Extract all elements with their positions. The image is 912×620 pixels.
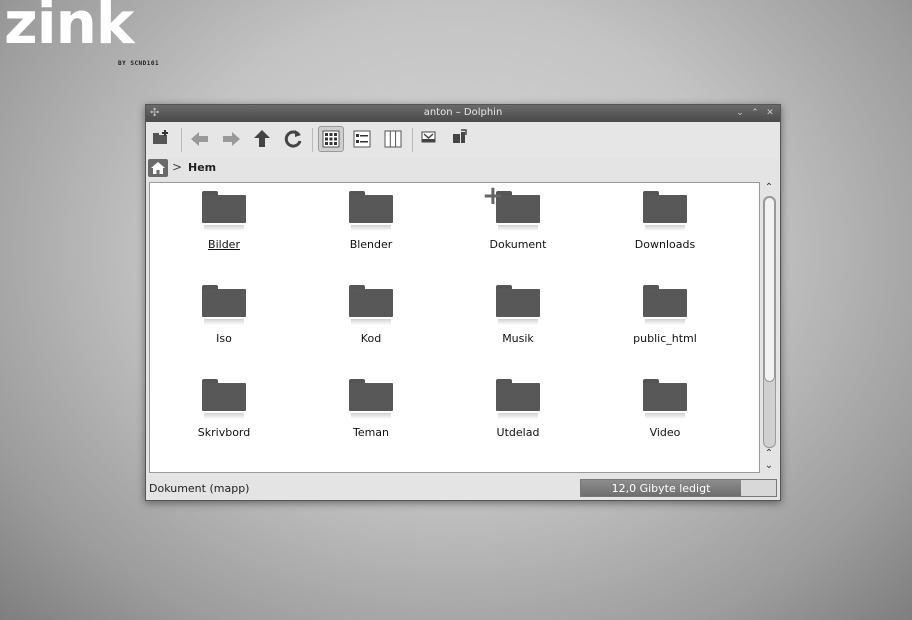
toolbar-separator [181,128,182,152]
file-name: Bilder [208,238,240,251]
file-item[interactable]: Dokument [458,183,578,263]
scroll-down-icon[interactable]: ⌄ [761,460,777,472]
new-folder-button[interactable] [148,126,174,152]
title-bar[interactable]: ✣ anton – Dolphin ⌄ ⌃ ✕ [146,105,780,122]
back-button[interactable] [187,126,213,152]
preview-button[interactable] [416,126,442,152]
window-title: anton – Dolphin [423,107,503,118]
preview-icon [421,131,436,143]
file-item[interactable]: Teman [311,371,431,451]
file-name: Blender [349,238,393,251]
home-icon [151,162,165,174]
folder-icon [202,379,246,419]
free-space-bar[interactable]: 12,0 Gibyte ledigt [580,479,777,497]
chevron-right-icon: > [172,160,183,174]
folder-icon [202,191,246,231]
file-name: Iso [216,332,232,345]
file-item[interactable]: Musik [458,277,578,357]
file-item[interactable]: Bilder [164,183,284,263]
file-item[interactable]: Blender [311,183,431,263]
columns-view-icon [384,130,402,148]
file-name: Skrivbord [197,426,251,439]
file-name: Kod [360,332,382,345]
arrow-right-icon [223,132,240,146]
file-name: Dokument [489,238,547,251]
scroll-track[interactable] [763,196,776,448]
breadcrumb-home[interactable]: Hem [188,161,216,174]
details-view-icon [353,130,371,148]
file-item[interactable]: Iso [164,277,284,357]
file-item[interactable]: Skrivbord [164,371,284,451]
folder-icon [643,379,687,419]
details-view-button[interactable] [349,126,375,152]
icons-view-button[interactable] [318,126,344,152]
breadcrumb: > Hem [146,158,780,180]
zink-logo: zink [4,0,135,57]
cursor-icon: + [482,182,504,211]
scroll-up-icon[interactable]: ⌃ [761,448,777,460]
dolphin-window: ✣ anton – Dolphin ⌄ ⌃ ✕ > Hem Video Utde… [145,104,781,501]
split-button[interactable] [446,126,472,152]
status-text: Dokument (mapp) [149,482,250,495]
toolbar-separator [312,128,313,152]
free-space-label: 12,0 Gibyte ledigt [611,482,711,495]
arrow-up-icon [254,130,270,147]
icons-view-icon [322,130,340,148]
file-name: public_html [633,332,697,345]
toolbar-separator [412,128,413,152]
file-item[interactable]: Video [605,371,725,451]
file-name: Downloads [634,238,696,251]
up-button[interactable] [249,126,275,152]
minimize-icon[interactable]: ⌄ [734,107,746,119]
file-name: Video [649,426,681,439]
file-item[interactable]: public_html [605,277,725,357]
reload-icon [284,130,302,148]
file-view[interactable]: Video Utdelad Teman Skrivbord public_html Mus… [149,182,760,473]
file-name: Musik [502,332,534,345]
file-item[interactable]: Kod [311,277,431,357]
file-name: Utdelad [496,426,540,439]
logo-byline: BY SCND101 [118,60,160,67]
folder-icon [349,191,393,231]
file-name: Teman [352,426,390,439]
home-button[interactable] [148,159,168,177]
vertical-scrollbar[interactable]: ⌃ ⌃ ⌄ [761,182,777,473]
folder-icon [496,285,540,325]
new-folder-icon [153,130,168,144]
arrow-left-icon [191,132,208,146]
scroll-thumb[interactable] [764,197,775,382]
forward-button[interactable] [218,126,244,152]
folder-icon [349,285,393,325]
scroll-up-icon[interactable]: ⌃ [761,182,777,194]
folder-icon [643,191,687,231]
split-icon [453,129,467,143]
folder-icon [202,285,246,325]
maximize-icon[interactable]: ⌃ [749,107,761,119]
folder-icon [496,379,540,419]
file-item[interactable]: Utdelad [458,371,578,451]
columns-view-button[interactable] [380,126,406,152]
file-item[interactable]: Downloads [605,183,725,263]
toolbar [146,122,780,158]
reload-button[interactable] [280,126,306,152]
folder-icon [349,379,393,419]
close-icon[interactable]: ✕ [764,107,776,119]
status-bar: Dokument (mapp) 12,0 Gibyte ledigt [146,477,780,500]
folder-icon [643,285,687,325]
